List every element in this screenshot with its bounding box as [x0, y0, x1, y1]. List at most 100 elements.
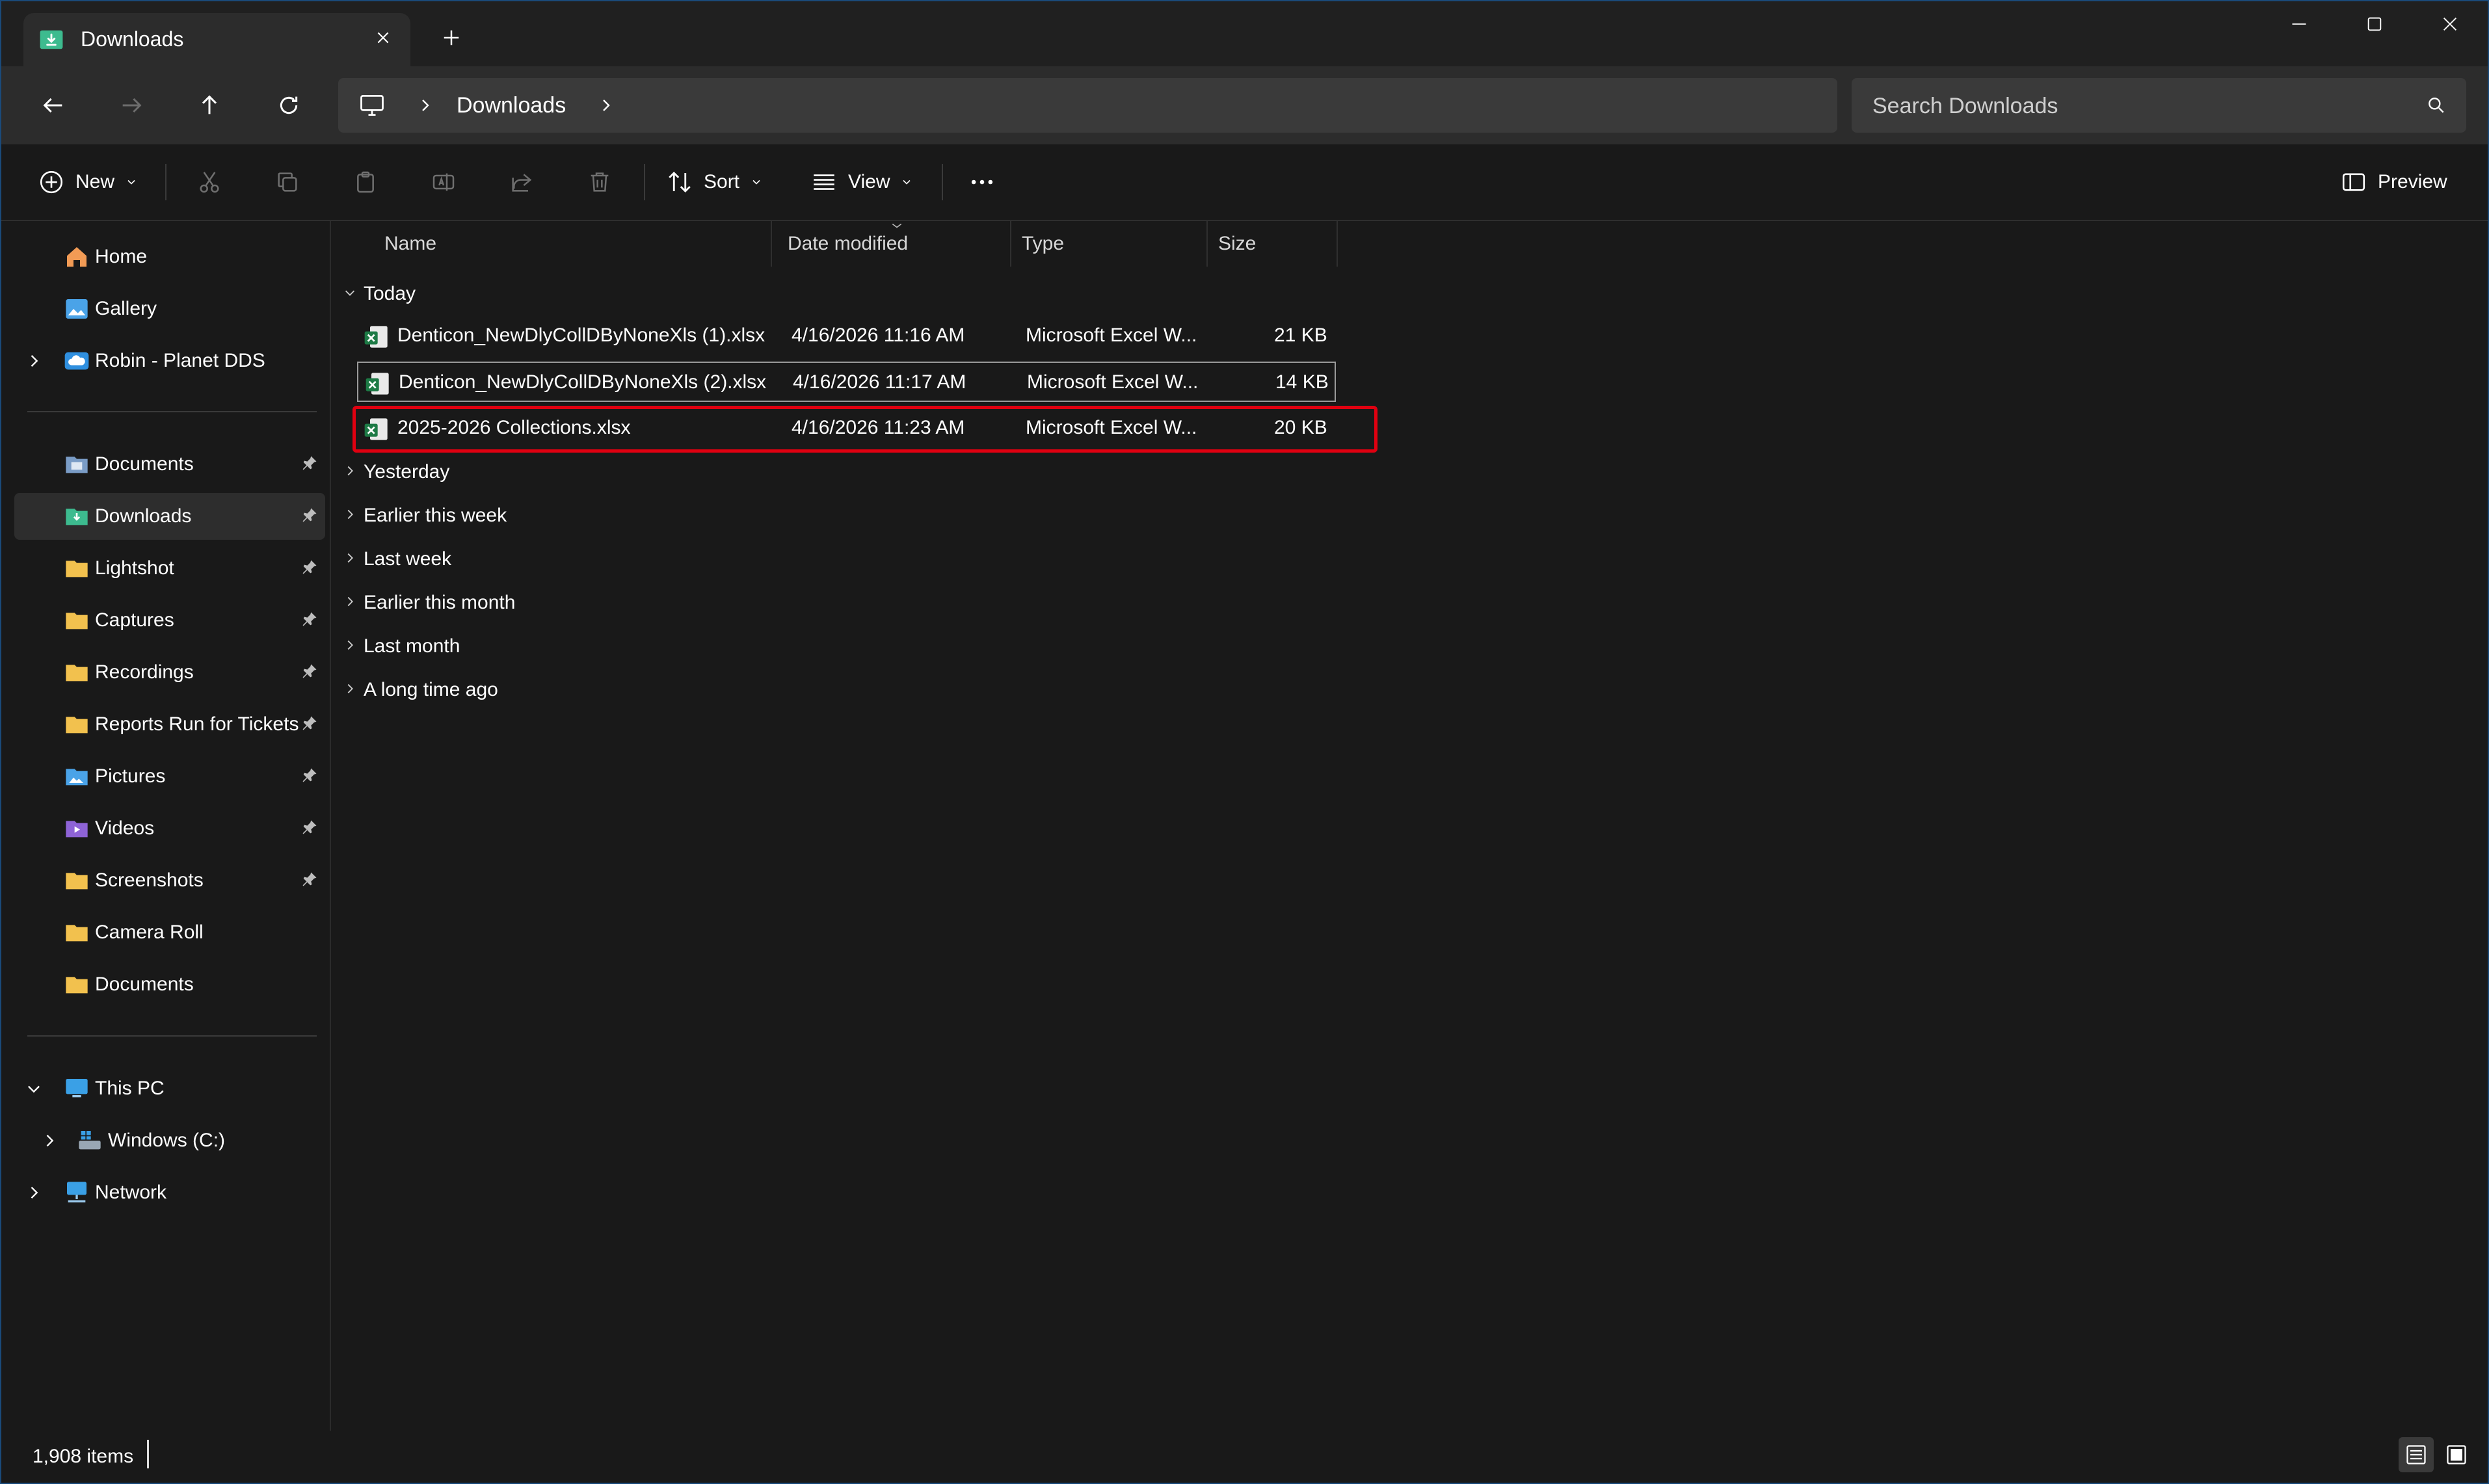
column-header-type[interactable]: Type — [1011, 221, 1208, 267]
back-button[interactable] — [34, 86, 73, 125]
close-window-button[interactable] — [2412, 1, 2488, 47]
sidebar-item-pictures[interactable]: Pictures — [14, 753, 325, 800]
sidebar-item-videos[interactable]: Videos — [14, 805, 325, 852]
refresh-button[interactable] — [269, 86, 308, 125]
close-tab-icon[interactable] — [369, 23, 397, 52]
sidebar-item-home[interactable]: Home — [14, 233, 325, 280]
group-header-earlier-this-month[interactable]: Earlier this month — [343, 585, 515, 621]
group-label: Earlier this week — [364, 505, 507, 526]
forward-button[interactable] — [112, 86, 151, 125]
column-header-label: Name — [384, 233, 437, 254]
sidebar-item-screenshots[interactable]: Screenshots — [14, 857, 325, 904]
sidebar-item-documents[interactable]: Documents — [14, 441, 325, 488]
sidebar-item-label: Screenshots — [95, 869, 204, 891]
column-header-name[interactable]: Name — [374, 221, 772, 267]
group-label: A long time ago — [364, 679, 498, 700]
pin-icon[interactable] — [300, 506, 319, 524]
sidebar-item-downloads[interactable]: Downloads — [14, 493, 325, 540]
search-icon[interactable] — [2426, 95, 2447, 116]
plus-circle-icon — [40, 170, 63, 194]
preview-button[interactable]: Preview — [2340, 163, 2447, 202]
pin-icon[interactable] — [300, 454, 319, 472]
group-label: Today — [364, 283, 416, 304]
chevron-down-icon[interactable] — [25, 1080, 43, 1098]
folder-icon — [66, 977, 88, 994]
chevron-right-icon — [343, 585, 364, 621]
pin-icon[interactable] — [300, 662, 319, 680]
pin-icon[interactable] — [300, 818, 319, 836]
details-view-button[interactable] — [2399, 1437, 2434, 1472]
sidebar-item-documents-folder[interactable]: Documents — [14, 961, 325, 1008]
toolbar-divider — [644, 164, 645, 200]
downloads-folder-icon — [40, 30, 63, 49]
sidebar-item-label: Robin - Planet DDS — [95, 350, 265, 371]
cut-icon[interactable] — [191, 164, 228, 200]
group-header-today[interactable]: Today — [343, 276, 416, 312]
chevron-right-icon[interactable] — [596, 95, 617, 116]
large-icons-view-button[interactable] — [2439, 1437, 2474, 1472]
chevron-right-icon[interactable] — [25, 1184, 43, 1202]
new-button[interactable]: New — [38, 163, 138, 202]
group-label: Earlier this month — [364, 592, 516, 613]
sidebar-item-this-pc[interactable]: This PC — [14, 1065, 325, 1112]
search-input[interactable] — [1871, 78, 2407, 134]
breadcrumb-downloads[interactable]: Downloads — [457, 92, 566, 118]
new-label: New — [75, 171, 115, 192]
sidebar-item-lightshot[interactable]: Lightshot — [14, 545, 325, 592]
title-bar: Downloads — [1, 1, 2488, 66]
address-row: Downloads — [1, 66, 2488, 144]
search-box[interactable] — [1852, 78, 2466, 134]
rename-icon[interactable] — [425, 164, 462, 200]
group-header-last-week[interactable]: Last week — [343, 541, 451, 577]
column-header-size[interactable]: Size — [1208, 221, 1338, 267]
more-icon[interactable] — [964, 164, 1000, 200]
arrow-left-icon — [43, 98, 62, 113]
sidebar-item-label: Recordings — [95, 661, 194, 683]
chevron-right-icon[interactable] — [415, 95, 436, 116]
copy-icon[interactable] — [269, 164, 306, 200]
gallery-icon — [66, 299, 88, 319]
up-button[interactable] — [190, 86, 229, 125]
file-row[interactable]: Denticon_NewDlyCollDByNoneXls (2).xlsx 4… — [357, 362, 1336, 402]
group-header-a-long-time-ago[interactable]: A long time ago — [343, 672, 498, 708]
pin-icon[interactable] — [300, 558, 319, 576]
sort-button[interactable]: Sort — [666, 163, 763, 202]
tab-downloads[interactable]: Downloads — [23, 13, 410, 66]
group-header-last-month[interactable]: Last month — [343, 628, 460, 665]
view-button[interactable]: View — [810, 163, 913, 202]
sort-label: Sort — [704, 171, 740, 192]
chevron-down-icon — [752, 179, 760, 185]
paste-icon[interactable] — [347, 164, 384, 200]
pin-icon[interactable] — [300, 714, 319, 732]
share-icon[interactable] — [503, 164, 540, 200]
pin-icon[interactable] — [300, 610, 319, 628]
folder-icon — [66, 665, 88, 682]
sidebar-item-onedrive[interactable]: Robin - Planet DDS — [14, 338, 325, 384]
sidebar-item-reports-run-for-tickets[interactable]: Reports Run for Tickets — [14, 701, 325, 748]
preview-pane-icon — [2342, 173, 2365, 191]
sidebar-item-captures[interactable]: Captures — [14, 597, 325, 644]
chevron-right-icon — [343, 541, 364, 577]
group-header-yesterday[interactable]: Yesterday — [343, 454, 449, 490]
chevron-right-icon — [343, 628, 364, 665]
address-bar[interactable]: Downloads — [338, 78, 1837, 133]
status-divider — [147, 1440, 149, 1468]
maximize-button[interactable] — [2337, 1, 2412, 47]
file-type: Microsoft Excel W... — [1027, 371, 1199, 393]
chevron-right-icon[interactable] — [25, 352, 43, 370]
navigation-pane: Home Gallery Robin - Planet DDS Document… — [1, 221, 331, 1431]
minimize-button[interactable] — [2261, 1, 2337, 47]
sidebar-item-windows-c[interactable]: Windows (C:) — [14, 1117, 325, 1164]
new-tab-button[interactable] — [434, 21, 468, 55]
sidebar-item-camera-roll[interactable]: Camera Roll — [14, 909, 325, 956]
delete-icon[interactable] — [581, 164, 618, 200]
group-header-earlier-this-week[interactable]: Earlier this week — [343, 497, 507, 534]
pin-icon[interactable] — [300, 766, 319, 784]
sidebar-item-gallery[interactable]: Gallery — [14, 285, 325, 332]
pin-icon[interactable] — [300, 870, 319, 888]
file-row[interactable]: Denticon_NewDlyCollDByNoneXls (1).xlsx 4… — [357, 316, 1336, 356]
sidebar-item-network[interactable]: Network — [14, 1169, 325, 1216]
chevron-right-icon[interactable] — [40, 1132, 59, 1150]
sidebar-item-recordings[interactable]: Recordings — [14, 649, 325, 696]
chevron-right-icon — [343, 454, 364, 490]
